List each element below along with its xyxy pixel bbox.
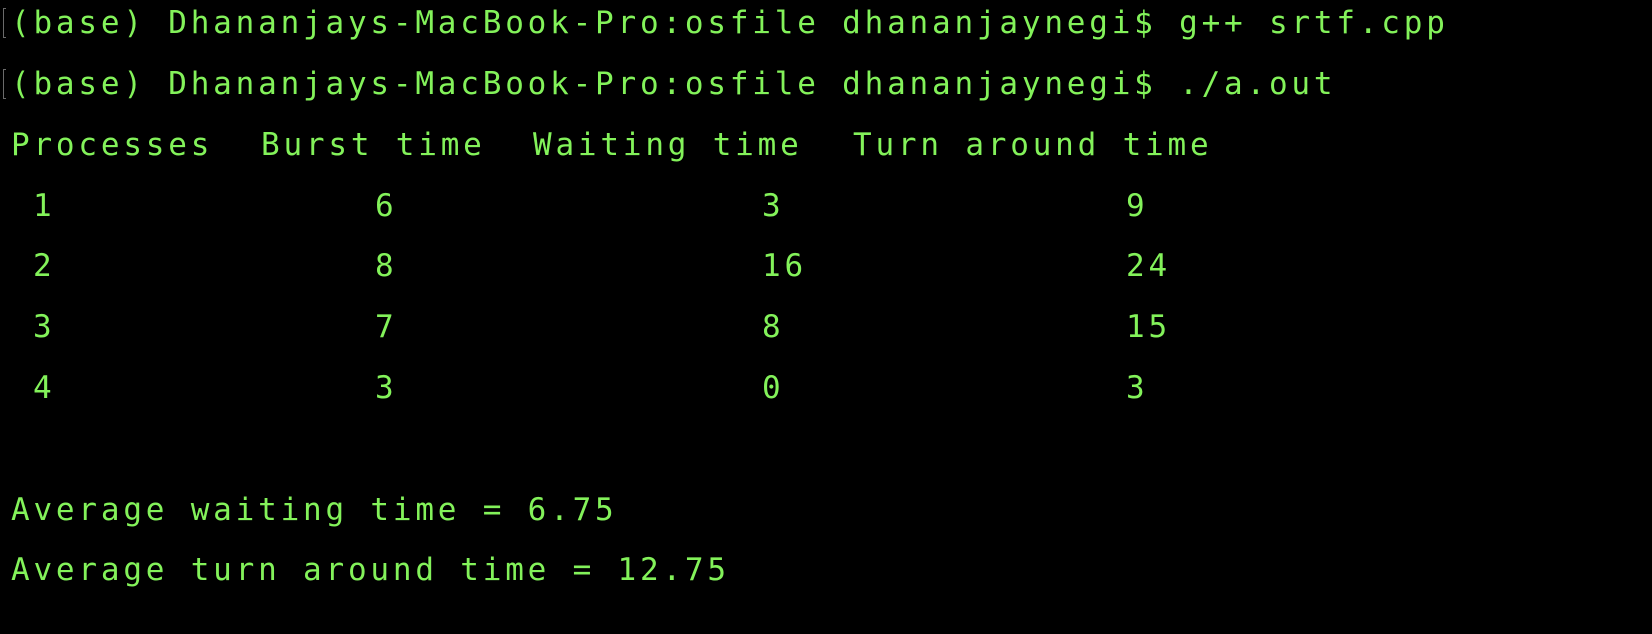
cell-burst: 8 [375, 248, 398, 284]
cell-burst: 7 [375, 309, 398, 345]
average-turnaround-time: Average turn around time = 12.75 [11, 552, 730, 588]
cell-waiting: 3 [762, 188, 785, 224]
cell-process: 1 [33, 188, 56, 224]
line-marker-icon [3, 8, 6, 38]
terminal-window[interactable]: (base) Dhananjays-MacBook-Pro:osfile dha… [0, 0, 1652, 634]
header-turn-around-time: Turn around time [853, 127, 1213, 163]
cell-waiting: 8 [762, 309, 785, 345]
prompt-line: (base) Dhananjays-MacBook-Pro:osfile dha… [11, 5, 1449, 41]
cell-burst: 3 [375, 370, 398, 406]
cell-waiting: 16 [762, 248, 807, 284]
header-processes: Processes [11, 127, 214, 163]
cell-process: 3 [33, 309, 56, 345]
cell-process: 4 [33, 370, 56, 406]
cell-turnaround: 24 [1126, 248, 1171, 284]
average-waiting-time: Average waiting time = 6.75 [11, 492, 618, 528]
prompt-line: (base) Dhananjays-MacBook-Pro:osfile dha… [11, 66, 1337, 102]
cell-burst: 6 [375, 188, 398, 224]
header-burst-time: Burst time [261, 127, 486, 163]
cell-waiting: 0 [762, 370, 785, 406]
cell-turnaround: 15 [1126, 309, 1171, 345]
cell-process: 2 [33, 248, 56, 284]
cell-turnaround: 9 [1126, 188, 1149, 224]
line-marker-icon [3, 69, 6, 99]
cell-turnaround: 3 [1126, 370, 1149, 406]
header-waiting-time: Waiting time [533, 127, 803, 163]
